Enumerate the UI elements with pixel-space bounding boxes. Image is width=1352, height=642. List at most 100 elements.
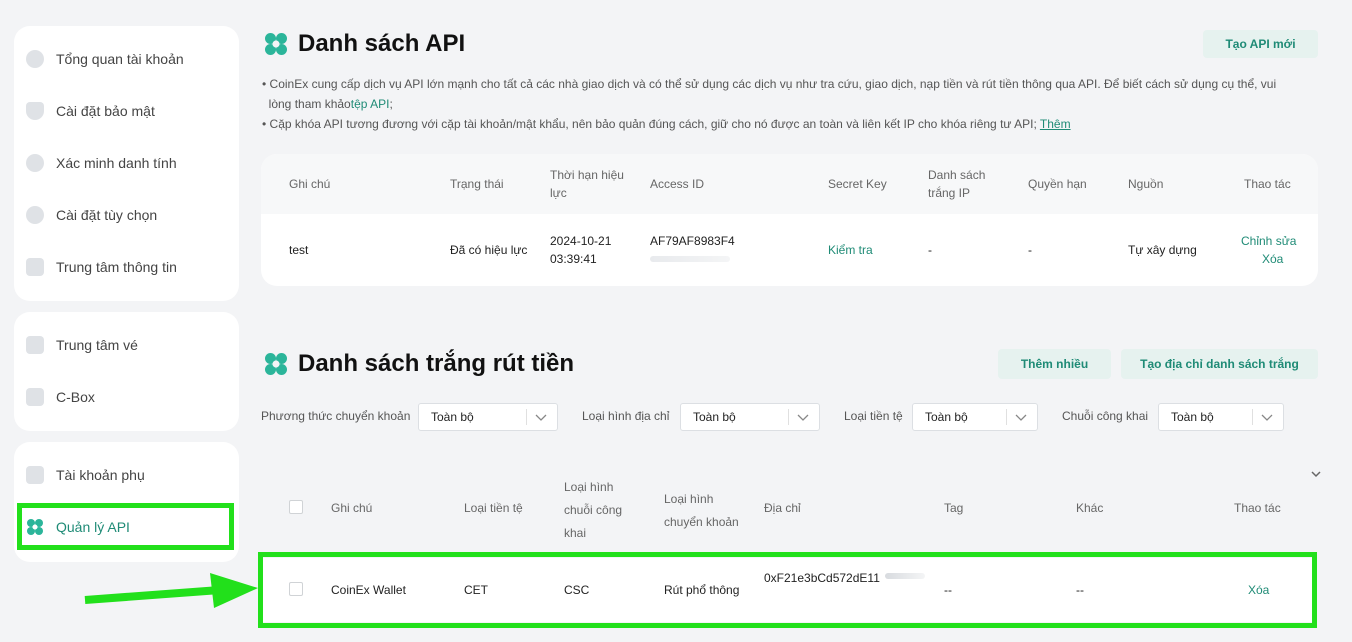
filter-label-transfer: Phương thức chuyển khoản xyxy=(261,409,411,423)
header-chain-line3: khai xyxy=(564,526,587,540)
edit-api-link[interactable]: Chỉnh sửa xyxy=(1241,232,1296,250)
sidebar-group-support xyxy=(14,312,239,431)
sidebar-item-label: Xác minh danh tính xyxy=(56,155,177,171)
header-chain-line2: chuỗi công xyxy=(564,503,623,517)
chevron-down-icon xyxy=(535,414,547,421)
header-expiry-line1: Thời hạn hiệu xyxy=(550,168,624,182)
highlight-box-sidebar xyxy=(17,503,234,550)
sub-account-icon xyxy=(26,466,44,484)
api-section-title: Danh sách API xyxy=(264,30,465,58)
create-whitelist-address-button[interactable]: Tạo địa chỉ danh sách trắng xyxy=(1121,349,1318,379)
sidebar-item-overview[interactable]: Tổng quan tài khoản xyxy=(26,46,184,72)
header-chain-line1: Loại hình xyxy=(564,480,614,494)
filter-label-address-type: Loại hình địa chỉ xyxy=(582,409,670,423)
header-transfer-line2: chuyển khoản xyxy=(664,515,739,529)
sidebar-item-cbox[interactable]: C-Box xyxy=(26,384,95,410)
access-id-blur xyxy=(650,256,730,262)
sidebar-item-preferences[interactable]: Cài đặt tùy chọn xyxy=(26,202,157,228)
sidebar-item-label: Cài đặt tùy chọn xyxy=(56,207,158,223)
sidebar-item-label: Trung tâm thông tin xyxy=(56,259,177,275)
cell-source: Tự xây dựng xyxy=(1128,243,1197,257)
sidebar-item-identity[interactable]: Xác minh danh tính xyxy=(26,150,177,176)
select-value: Toàn bộ xyxy=(1171,410,1214,424)
header-note: Ghi chú xyxy=(289,177,331,191)
header-other: Khác xyxy=(1076,501,1104,515)
chevron-down-icon xyxy=(1261,414,1273,421)
sidebar-item-label: Tổng quan tài khoản xyxy=(56,51,184,67)
cell-access-id: AF79AF8983F4 xyxy=(650,232,750,250)
api-note-1: • CoinEx cung cấp dịch vụ API lớn mạnh c… xyxy=(262,77,1277,111)
cell-date: 2024-10-21 xyxy=(550,234,612,248)
chevron-down-icon xyxy=(797,414,809,421)
coinex-logo-icon xyxy=(265,353,287,375)
more-link[interactable]: Thêm xyxy=(1040,117,1071,131)
id-verify-icon xyxy=(26,154,44,172)
cell-status: Đã có hiệu lực xyxy=(450,243,528,257)
filter-chain-select[interactable]: Toàn bộ xyxy=(1158,403,1284,431)
secret-key-view-link[interactable]: Kiểm tra xyxy=(828,241,873,259)
header-permission: Quyền hạn xyxy=(1028,177,1087,191)
withdraw-section-title: Danh sách trắng rút tiền xyxy=(264,350,574,378)
header-action: Thao tác xyxy=(1234,501,1281,515)
pie-chart-icon xyxy=(26,50,44,68)
note-text: ; xyxy=(389,97,393,111)
header-whitelist-line2: trắng IP xyxy=(928,186,971,200)
header-expiry-line2: lực xyxy=(550,186,567,200)
header-tag: Tag xyxy=(944,501,964,515)
api-title-text: Danh sách API xyxy=(298,30,466,57)
cell-expiry: 2024-10-21 03:39:41 xyxy=(550,232,611,268)
access-id-text: AF79AF8983F4 xyxy=(650,234,735,248)
header-access-id: Access ID xyxy=(650,177,705,191)
header-action: Thao tác xyxy=(1244,177,1291,191)
header-transfer-type: Loại hình chuyển khoản xyxy=(664,488,739,534)
note-text: CoinEx cung cấp dịch vụ API lớn mạnh cho… xyxy=(269,77,1277,91)
header-address: Địa chỉ xyxy=(764,501,801,515)
sidebar-item-label: C-Box xyxy=(56,389,95,405)
sidebar-item-label: Tài khoản phụ xyxy=(56,467,145,483)
sidebar-item-messages[interactable]: Trung tâm thông tin xyxy=(26,254,177,280)
sidebar-item-label: Cài đặt bảo mật xyxy=(56,103,155,119)
delete-api-link[interactable]: Xóa xyxy=(1262,250,1283,268)
note-text: lòng tham khảo xyxy=(268,97,351,111)
sidebar-item-security[interactable]: Cài đặt bảo mật xyxy=(26,98,155,124)
header-ip-whitelist: Danh sách trắng IP xyxy=(928,166,985,202)
header-note: Ghi chú xyxy=(331,501,373,515)
filter-currency-select[interactable]: Toàn bộ xyxy=(912,403,1038,431)
arrow-annotation xyxy=(84,573,258,608)
cell-permission: - xyxy=(1028,243,1032,257)
filter-label-currency: Loại tiền tệ xyxy=(844,409,903,423)
select-value: Toàn bộ xyxy=(431,410,474,424)
select-value: Toàn bộ xyxy=(693,410,736,424)
add-multiple-button[interactable]: Thêm nhiều xyxy=(998,349,1111,379)
create-api-button[interactable]: Tạo API mới xyxy=(1203,30,1318,58)
withdraw-title-text: Danh sách trắng rút tiền xyxy=(298,350,575,377)
coinex-logo-icon xyxy=(265,33,287,55)
header-secret-key: Secret Key xyxy=(828,177,887,191)
api-note-2: • Cặp khóa API tương đương với cặp tài k… xyxy=(262,117,1071,131)
filter-label-chain: Chuỗi công khai xyxy=(1062,409,1149,423)
select-value: Toàn bộ xyxy=(925,410,968,424)
ticket-icon xyxy=(26,336,44,354)
settings-icon xyxy=(26,206,44,224)
header-status: Trạng thái xyxy=(450,177,504,191)
cell-note: test xyxy=(289,243,309,257)
header-chain-type: Loại hình chuỗi công khai xyxy=(564,476,622,545)
header-whitelist-line1: Danh sách xyxy=(928,168,986,182)
cell-time: 03:39:41 xyxy=(550,252,597,266)
sidebar-item-tickets[interactable]: Trung tâm vé xyxy=(26,332,138,358)
filter-transfer-select[interactable]: Toàn bộ xyxy=(418,403,558,431)
box-icon xyxy=(26,388,44,406)
sidebar-item-label: Trung tâm vé xyxy=(56,337,138,353)
shield-icon xyxy=(26,102,44,120)
chevron-down-icon[interactable] xyxy=(1310,468,1322,480)
header-source: Nguồn xyxy=(1128,177,1164,191)
sidebar-item-subaccount[interactable]: Tài khoản phụ xyxy=(26,462,145,488)
api-table xyxy=(261,154,1318,286)
cell-ip-whitelist: - xyxy=(928,243,932,257)
select-all-checkbox[interactable] xyxy=(289,500,303,514)
note-text: Cặp khóa API tương đương với cặp tài kho… xyxy=(269,117,1037,131)
header-transfer-line1: Loại hình xyxy=(664,492,714,506)
header-currency: Loại tiền tệ xyxy=(464,501,523,515)
api-docs-link[interactable]: tệp API xyxy=(351,97,390,111)
filter-address-type-select[interactable]: Toàn bộ xyxy=(680,403,820,431)
